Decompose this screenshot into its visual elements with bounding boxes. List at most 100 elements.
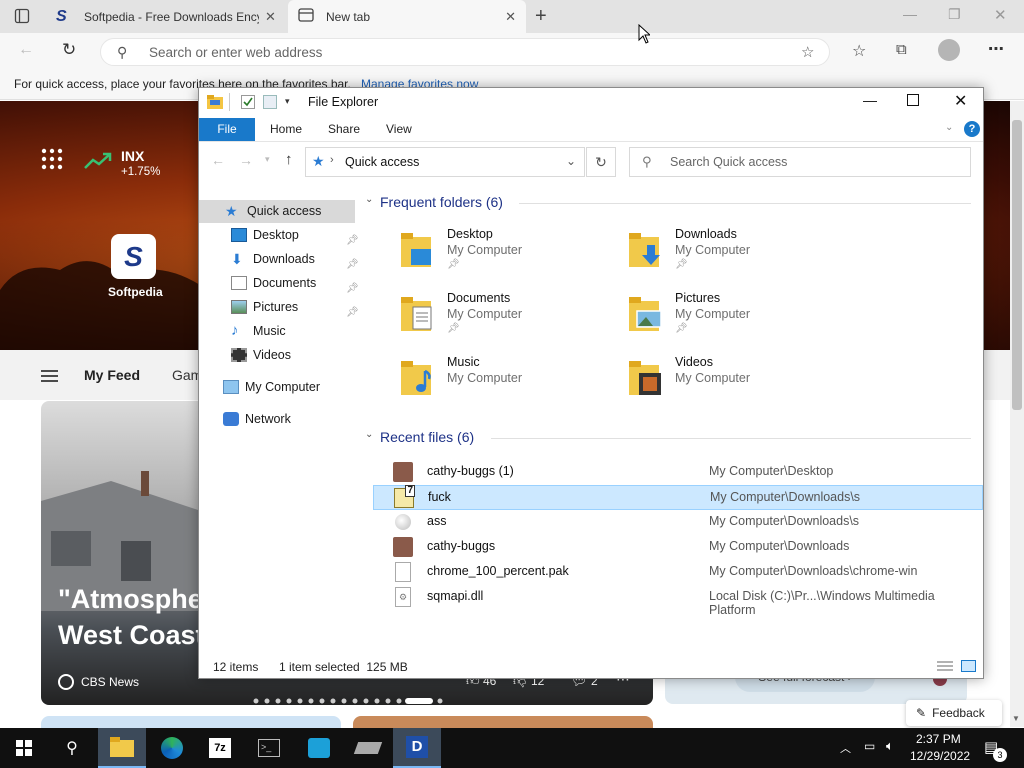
profile-avatar[interactable] bbox=[938, 39, 960, 61]
apps-grid-icon[interactable] bbox=[41, 148, 63, 170]
folder-tile-videos[interactable]: Videos My Computer bbox=[629, 355, 849, 413]
explorer-minimize-icon[interactable]: — bbox=[863, 92, 877, 108]
explorer-close-icon[interactable]: ✕ bbox=[954, 91, 967, 111]
nav-downloads[interactable]: ⬇ Downloads bbox=[231, 248, 315, 270]
explorer-titlebar[interactable]: ▾ File Explorer — ✕ bbox=[199, 88, 983, 118]
explorer-search-box[interactable]: ⚲ Search Quick access bbox=[629, 147, 971, 177]
ribbon-tab-share[interactable]: Share bbox=[315, 118, 373, 141]
nav-pictures[interactable]: Pictures bbox=[231, 296, 298, 318]
add-favorite-icon[interactable]: ☆ bbox=[801, 43, 814, 61]
restore-icon[interactable]: ❐ bbox=[948, 6, 961, 23]
nav-documents[interactable]: Documents bbox=[231, 272, 316, 294]
edge-taskbar-icon[interactable] bbox=[148, 728, 196, 768]
folder-name: Downloads bbox=[675, 227, 737, 241]
d-app-taskbar-icon[interactable]: D bbox=[393, 728, 441, 768]
network-tray-icon[interactable]: ▭ bbox=[864, 739, 875, 753]
expand-ribbon-icon[interactable]: ⌄ bbox=[945, 122, 953, 133]
minimize-icon[interactable]: — bbox=[903, 6, 917, 22]
tab-softpedia[interactable]: S Softpedia - Free Downloads Ency ✕ bbox=[46, 0, 286, 33]
favorites-icon[interactable]: ☆ bbox=[852, 41, 866, 61]
folder-tile-documents[interactable]: Documents My Computer 📌︎ bbox=[401, 291, 621, 349]
show-hidden-icons[interactable]: ︿ bbox=[840, 740, 851, 756]
file-explorer-taskbar-icon[interactable] bbox=[98, 728, 146, 768]
clock-date[interactable]: 12/29/2022 bbox=[910, 749, 970, 763]
download-arrow-icon: ⬇ bbox=[231, 251, 243, 267]
folder-tile-desktop[interactable]: Desktop My Computer 📌︎ bbox=[401, 227, 621, 285]
recent-file-row[interactable]: ⚙ sqmapi.dll Local Disk (C:)\Pr...\Windo… bbox=[373, 585, 983, 617]
recent-file-row[interactable]: ass My Computer\Downloads\s bbox=[373, 510, 983, 534]
folder-tile-music[interactable]: Music My Computer bbox=[401, 355, 621, 413]
properties-icon[interactable] bbox=[241, 95, 255, 109]
nav-my-computer[interactable]: My Computer bbox=[223, 376, 320, 398]
address-bar[interactable]: ⚲ Search or enter web address ☆ bbox=[100, 38, 830, 66]
drive-taskbar-icon[interactable] bbox=[344, 728, 392, 768]
explorer-address-bar[interactable]: ★ › Quick access ⌄ bbox=[305, 147, 585, 177]
explorer-search-input[interactable]: Search Quick access bbox=[670, 155, 787, 169]
folder-tile-pictures[interactable]: Pictures My Computer 📌︎ bbox=[629, 291, 849, 349]
tab-new-tab[interactable]: New tab ✕ bbox=[288, 0, 526, 33]
new-tab-plus-icon[interactable]: + bbox=[535, 5, 547, 28]
up-icon[interactable]: ↑ bbox=[285, 151, 293, 168]
menu-icon[interactable] bbox=[41, 370, 58, 382]
back-icon[interactable]: ← bbox=[18, 41, 34, 59]
news-card-next-2 bbox=[353, 716, 653, 728]
volume-icon[interactable]: 🔈︎ bbox=[886, 738, 894, 754]
7zip-taskbar-icon[interactable]: 7z bbox=[196, 728, 244, 768]
address-input[interactable]: Search or enter web address bbox=[149, 45, 322, 60]
app-taskbar-icon[interactable] bbox=[295, 728, 343, 768]
address-dropdown-icon[interactable]: ⌄ bbox=[566, 154, 576, 168]
folder-tile-downloads[interactable]: Downloads My Computer 📌︎ bbox=[629, 227, 849, 285]
nav-network[interactable]: Network bbox=[223, 408, 291, 430]
recent-files-header[interactable]: Recent files (6) bbox=[380, 429, 474, 445]
feed-tab-my-feed[interactable]: My Feed bbox=[84, 367, 140, 383]
nav-quick-access[interactable]: ★ Quick access bbox=[225, 200, 321, 222]
file-path: My Computer\Downloads\s bbox=[709, 514, 860, 528]
folder-downloads-icon bbox=[629, 231, 661, 267]
pin-icon: 📌︎ bbox=[447, 323, 460, 334]
new-folder-icon[interactable] bbox=[263, 95, 277, 109]
explorer-back-icon[interactable]: ← bbox=[211, 152, 225, 168]
frequent-collapse-icon[interactable]: ⌄ bbox=[365, 194, 373, 205]
close-window-icon[interactable]: ✕ bbox=[994, 6, 1007, 24]
ribbon-tab-home[interactable]: Home bbox=[257, 118, 315, 141]
explorer-refresh-icon[interactable]: ↻ bbox=[586, 147, 616, 177]
customize-qat-icon[interactable]: ▾ bbox=[285, 96, 290, 107]
refresh-icon[interactable]: ↻ bbox=[62, 40, 76, 60]
cmd-taskbar-icon[interactable]: >_ bbox=[245, 728, 293, 768]
tab-title: New tab bbox=[326, 9, 371, 24]
softpedia-tile[interactable]: S bbox=[111, 234, 156, 279]
details-view-icon[interactable] bbox=[937, 660, 953, 672]
softpedia-favicon-icon: S bbox=[56, 7, 67, 25]
large-icons-view-icon[interactable] bbox=[961, 660, 976, 672]
recent-file-row[interactable]: chrome_100_percent.pak My Computer\Downl… bbox=[373, 560, 983, 584]
recent-locations-icon[interactable]: ▾ bbox=[265, 154, 270, 165]
explorer-maximize-icon[interactable] bbox=[907, 94, 919, 106]
ribbon-tab-file[interactable]: File bbox=[199, 118, 255, 141]
help-icon[interactable]: ? bbox=[964, 121, 980, 137]
carousel-dots[interactable] bbox=[253, 693, 443, 704]
page-scrollbar-thumb[interactable] bbox=[1012, 120, 1022, 410]
pin-icons: 📌︎ 📌︎ 📌︎ 📌︎ bbox=[346, 235, 359, 318]
scroll-down-icon[interactable]: ▼ bbox=[1012, 714, 1020, 723]
recent-collapse-icon[interactable]: ⌄ bbox=[365, 429, 373, 440]
stock-symbol[interactable]: INX bbox=[121, 148, 144, 164]
nav-desktop[interactable]: Desktop bbox=[231, 224, 299, 246]
recent-file-row-selected[interactable]: 7 fuck My Computer\Downloads\s bbox=[373, 485, 983, 510]
feedback-button[interactable]: ✎ Feedback bbox=[906, 700, 1002, 726]
close-tab-icon[interactable]: ✕ bbox=[505, 9, 516, 25]
close-tab-icon[interactable]: ✕ bbox=[265, 9, 276, 25]
collections-icon[interactable]: ⧉ bbox=[896, 41, 907, 58]
breadcrumb-location[interactable]: Quick access bbox=[345, 155, 419, 169]
settings-more-icon[interactable]: ⋯ bbox=[988, 39, 1004, 59]
nav-music[interactable]: ♪ Music bbox=[231, 320, 286, 342]
tab-actions-icon[interactable] bbox=[14, 8, 30, 24]
explorer-forward-icon[interactable]: → bbox=[239, 152, 253, 168]
search-taskbar-icon[interactable]: ⚲ bbox=[48, 728, 96, 768]
recent-file-row[interactable]: cathy-buggs My Computer\Downloads bbox=[373, 535, 983, 559]
clock-time[interactable]: 2:37 PM bbox=[916, 732, 961, 746]
nav-videos[interactable]: Videos bbox=[231, 344, 291, 366]
ribbon-tab-view[interactable]: View bbox=[373, 118, 425, 141]
frequent-folders-header[interactable]: Frequent folders (6) bbox=[380, 194, 503, 210]
recent-file-row[interactable]: cathy-buggs (1) My Computer\Desktop bbox=[373, 460, 983, 484]
start-button[interactable] bbox=[0, 728, 48, 768]
